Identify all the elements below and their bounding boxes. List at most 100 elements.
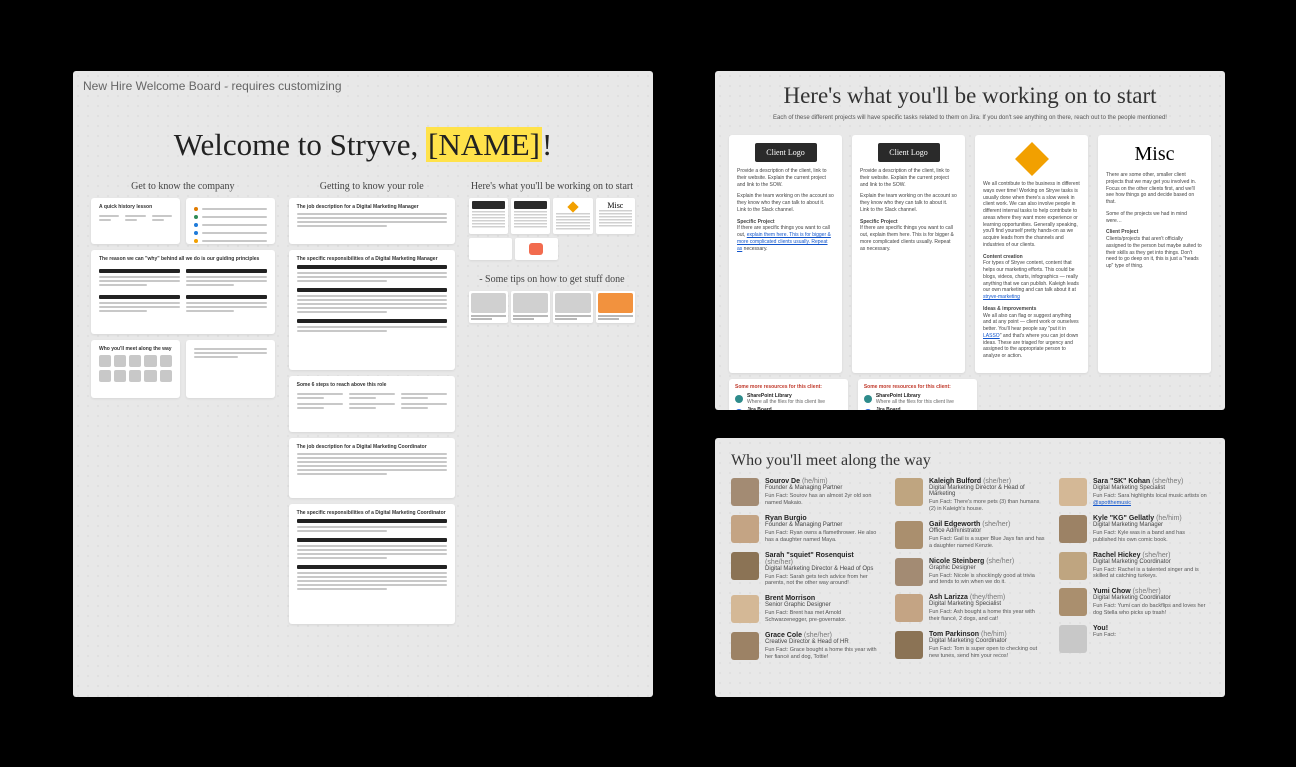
- stryve-diamond-icon: [1015, 142, 1049, 176]
- person-card[interactable]: Ryan BurgioFounder & Managing PartnerFun…: [731, 515, 881, 544]
- c2-p2: Explain the team working on the account …: [860, 193, 957, 213]
- person-card[interactable]: Kyle "KG" Gellatly (he/him)Digital Marke…: [1059, 515, 1209, 544]
- avatar: [1059, 515, 1087, 543]
- proj-thumb-misc[interactable]: Misc: [596, 198, 635, 234]
- avatar: [895, 521, 923, 549]
- stryve-p2: Content creationFor types of Stryve cont…: [983, 254, 1080, 301]
- c1-p2: Explain the team working on the account …: [737, 193, 834, 213]
- proj-thumb-res-1[interactable]: [469, 238, 512, 260]
- role-card-2[interactable]: The specific responsibilities of a Digit…: [289, 250, 455, 370]
- tip-card-4[interactable]: [596, 291, 635, 323]
- person-fact: Fun Fact:: [1093, 632, 1209, 639]
- person-title: Digital Marketing Coordinator: [929, 638, 1045, 644]
- person-card[interactable]: Sourov De (he/him)Founder & Managing Par…: [731, 478, 881, 507]
- avatar: [731, 478, 759, 506]
- c2-p3: Specific ProjectIf there are specific th…: [860, 219, 957, 253]
- person-card[interactable]: Brent MorrisonSenior Graphic DesignerFun…: [731, 595, 881, 624]
- welcome-board-panel[interactable]: New Hire Welcome Board - requires custom…: [73, 71, 653, 697]
- person-fact: Fun Fact: Sourov has an almost 2yr old s…: [765, 493, 881, 507]
- resources-card-1[interactable]: Some more resources for this client: Sha…: [729, 379, 848, 410]
- person-title: Digital Marketing Specialist: [929, 601, 1045, 607]
- misc-p1: There are some other, smaller client pro…: [1106, 172, 1203, 206]
- person-card[interactable]: Kaleigh Bulford (she/her)Digital Marketi…: [895, 478, 1045, 513]
- comment-icon[interactable]: [529, 243, 543, 255]
- role-section-title: Getting to know your role: [289, 181, 455, 192]
- proj-thumb-stryve[interactable]: [553, 198, 592, 234]
- welcome-suffix: !: [542, 127, 552, 162]
- proj-thumb-2[interactable]: [511, 198, 550, 234]
- person-name: Kaleigh Bulford (she/her): [929, 478, 1045, 485]
- tip-card-1[interactable]: [469, 291, 508, 323]
- person-fact: Fun Fact: Nicole is shockingly good at t…: [929, 573, 1045, 587]
- person-card[interactable]: Grace Cole (she/her)Creative Director & …: [731, 632, 881, 661]
- person-fact: Fun Fact: Ryan owns a flamethrower. He a…: [765, 530, 881, 544]
- person-title: Digital Marketing Director & Head of Mar…: [929, 485, 1045, 497]
- team-columns: Sourov De (he/him)Founder & Managing Par…: [715, 478, 1225, 661]
- person-fact: Fun Fact: Ash bought a home this year wi…: [929, 609, 1045, 623]
- person-card[interactable]: Rachel Hickey (she/her)Digital Marketing…: [1059, 552, 1209, 581]
- resources-card-2[interactable]: Some more resources for this client: Sha…: [858, 379, 977, 410]
- avatar: [895, 631, 923, 659]
- person-card[interactable]: Sara "SK" Kohan (she/they)Digital Market…: [1059, 478, 1209, 507]
- team-col-2: Kaleigh Bulford (she/her)Digital Marketi…: [895, 478, 1045, 661]
- person-name: Rachel Hickey (she/her): [1093, 552, 1209, 559]
- person-name: Sarah "squiet" Rosenquist (she/her): [765, 552, 881, 566]
- section-columns: Get to know the company A quick history …: [91, 181, 635, 630]
- proj-thumb-res-2[interactable]: [515, 238, 558, 260]
- sharepoint-icon: [735, 395, 743, 403]
- person-card[interactable]: Nicole Steinberg (she/her)Graphic Design…: [895, 558, 1045, 587]
- role-card-1[interactable]: The job description for a Digital Market…: [289, 198, 455, 244]
- person-fact: Fun Fact: Rachel is a talented singer an…: [1093, 567, 1209, 581]
- company-card-2[interactable]: The reason we can "why" behind all we do…: [91, 250, 275, 334]
- company-section-title: Get to know the company: [91, 181, 275, 192]
- proj-thumb-1[interactable]: [469, 198, 508, 234]
- misc-p2: Some of the projects we had in mind were…: [1106, 211, 1203, 225]
- company-list-thumb[interactable]: [186, 198, 275, 244]
- person-card[interactable]: Sarah "squiet" Rosenquist (she/her)Digit…: [731, 552, 881, 588]
- misc-card[interactable]: Misc There are some other, smaller clien…: [1098, 135, 1211, 373]
- company-card[interactable]: A quick history lesson: [91, 198, 180, 244]
- client-card-2[interactable]: Client Logo Provide a description of the…: [852, 135, 965, 373]
- avatar: [1059, 588, 1087, 616]
- welcome-name-highlight: [NAME]: [426, 127, 542, 162]
- team-col-1: Sourov De (he/him)Founder & Managing Par…: [731, 478, 881, 661]
- person-fact: Fun Fact: Grace bought a home this year …: [765, 647, 881, 661]
- person-fact: Fun Fact: Kyle was in a band and has pub…: [1093, 530, 1209, 544]
- avatar: [731, 595, 759, 623]
- misc-p3: Client ProjectClients/projects that aren…: [1106, 229, 1203, 270]
- role-card-3[interactable]: Some 6 steps to reach above this role: [289, 376, 455, 432]
- person-card[interactable]: Yumi Chow (she/her)Digital Marketing Coo…: [1059, 588, 1209, 617]
- role-card-5[interactable]: The specific responsibilities of a Digit…: [289, 504, 455, 624]
- team-panel[interactable]: Who you'll meet along the way Sourov De …: [715, 438, 1225, 697]
- company-card-3b[interactable]: [186, 340, 275, 398]
- stryve-col: We all contribute to the business in dif…: [975, 135, 1088, 373]
- company-card-3a[interactable]: Who you'll meet along the way: [91, 340, 180, 398]
- client-card-1[interactable]: Client Logo Provide a description of the…: [729, 135, 842, 373]
- person-fact: Fun Fact: Sarah gets tech advice from he…: [765, 574, 881, 588]
- person-name: Ryan Burgio: [765, 515, 881, 522]
- client-logo-1: Client Logo: [755, 143, 817, 162]
- avatar: [731, 552, 759, 580]
- person-fact: Fun Fact: Tom is super open to checking …: [929, 646, 1045, 660]
- role-card-4[interactable]: The job description for a Digital Market…: [289, 438, 455, 498]
- stryve-card[interactable]: We all contribute to the business in dif…: [975, 135, 1088, 373]
- person-card[interactable]: Tom Parkinson (he/him)Digital Marketing …: [895, 631, 1045, 660]
- tip-card-2[interactable]: [511, 291, 550, 323]
- working-on-panel[interactable]: Here's what you'll be working on to star…: [715, 71, 1225, 410]
- person-title: Founder & Managing Partner: [765, 485, 881, 491]
- team-col-3: Sara "SK" Kohan (she/they)Digital Market…: [1059, 478, 1209, 661]
- tips-row: [469, 291, 635, 323]
- avatar: [1059, 552, 1087, 580]
- person-fact: Fun Fact: Gail is a super Blue Jays fan …: [929, 536, 1045, 550]
- c2-p1: Provide a description of the client, lin…: [860, 168, 957, 188]
- c1-p1: Provide a description of the client, lin…: [737, 168, 834, 188]
- avatar: [895, 594, 923, 622]
- person-card[interactable]: Gail Edgeworth (she/her)Office Administr…: [895, 521, 1045, 550]
- person-card[interactable]: Ash Larizza (they/them)Digital Marketing…: [895, 594, 1045, 623]
- person-name: Nicole Steinberg (she/her): [929, 558, 1045, 565]
- tip-card-3[interactable]: [553, 291, 592, 323]
- c1-p3: Specific ProjectIf there are specific th…: [737, 219, 834, 253]
- person-card[interactable]: You!Fun Fact:: [1059, 625, 1209, 653]
- person-name: Gail Edgeworth (she/her): [929, 521, 1045, 528]
- person-name: Sourov De (he/him): [765, 478, 881, 485]
